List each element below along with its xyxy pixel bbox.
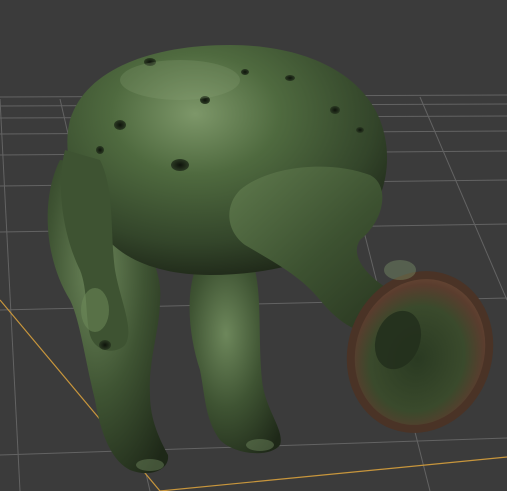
creature-foot-highlight xyxy=(136,459,164,471)
grid-line xyxy=(0,98,21,491)
creature-model[interactable] xyxy=(47,45,507,474)
3d-viewport[interactable] xyxy=(0,0,507,491)
skin-pore xyxy=(114,120,126,130)
skin-pore xyxy=(96,146,104,154)
creature-body-highlight xyxy=(120,60,240,100)
creature-back-leg xyxy=(189,270,281,454)
skin-pore xyxy=(171,159,189,171)
skin-pore xyxy=(356,127,364,133)
skin-pore xyxy=(330,106,340,114)
skin-pore xyxy=(241,69,249,75)
skin-pore xyxy=(99,340,111,350)
grid-axis-z xyxy=(159,456,507,491)
creature-arm-highlight xyxy=(81,288,109,332)
viewport-canvas[interactable] xyxy=(0,0,507,491)
creature-trunk-highlight xyxy=(384,260,416,280)
grid-line xyxy=(419,96,507,301)
creature-foot-highlight xyxy=(246,439,274,451)
skin-pore xyxy=(285,75,295,81)
